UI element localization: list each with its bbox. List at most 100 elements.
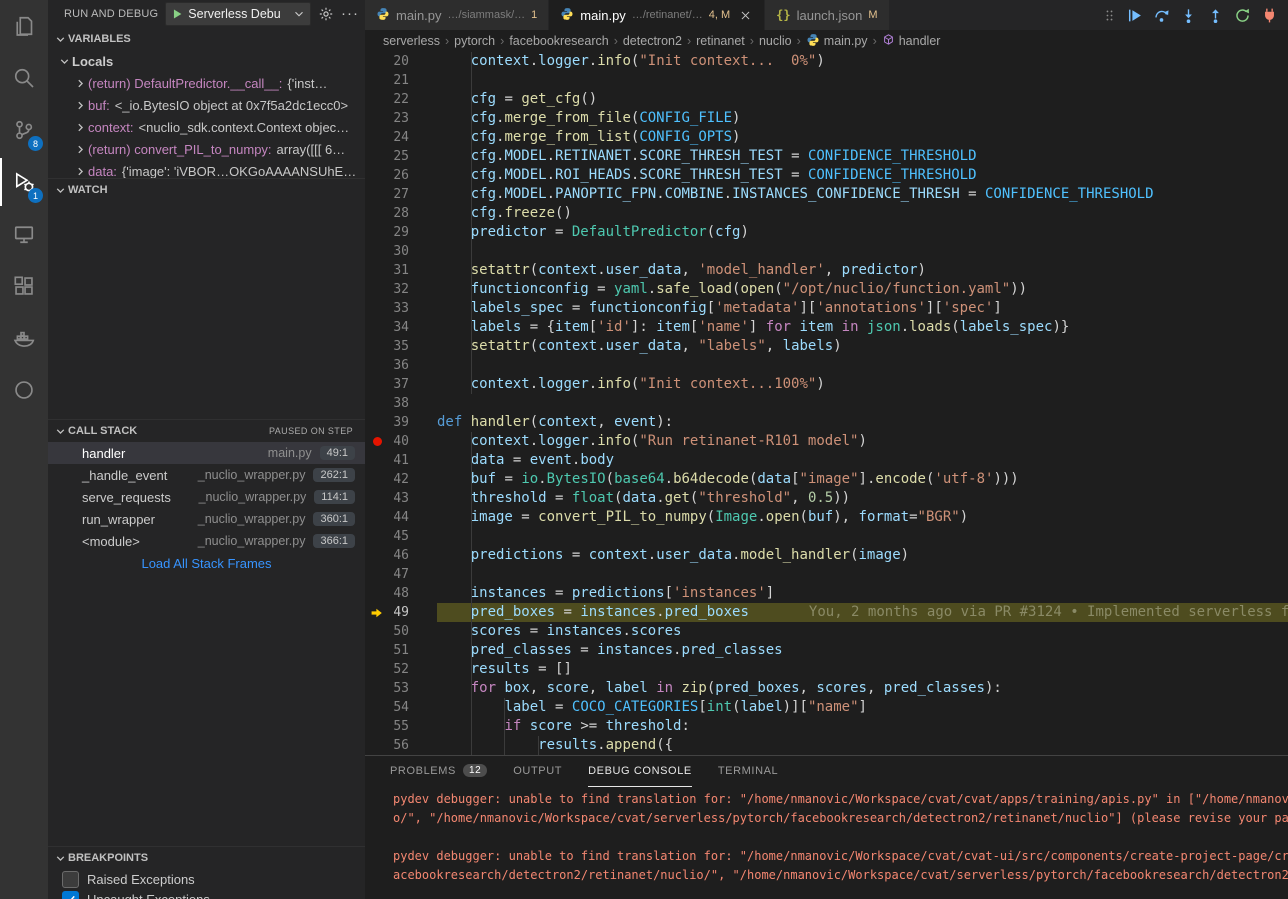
breadcrumb-item[interactable]: nuclio [759,34,792,48]
gutter[interactable]: 27 [365,185,437,204]
restart-button[interactable] [1234,7,1251,24]
stack-frame[interactable]: <module>_nuclio_wrapper.py366:1 [48,530,365,552]
editor-tab[interactable]: main.py…/retinanet/…4, M [549,0,765,30]
gutter[interactable]: 28 [365,204,437,223]
code-token: = [960,186,985,202]
more-actions-icon[interactable]: ··· [341,9,359,19]
line-number: 27 [389,187,409,202]
gutter[interactable]: 23 [365,109,437,128]
gutter[interactable]: 24 [365,128,437,147]
gutter[interactable]: 54 [365,698,437,717]
gutter[interactable]: 32 [365,280,437,299]
code-editor[interactable]: 20 context.logger.info("Init context... … [365,52,1288,755]
activity-item-test-explorer[interactable] [0,364,48,416]
gutter[interactable]: 29 [365,223,437,242]
stack-frame[interactable]: handlermain.py49:1 [48,442,365,464]
gutter[interactable]: 43 [365,489,437,508]
callstack-header[interactable]: CALL STACK PAUSED ON STEP [48,419,365,442]
gutter[interactable]: 51 [365,641,437,660]
gutter[interactable]: 50 [365,622,437,641]
breadcrumb-item[interactable]: detectron2 [623,34,682,48]
activity-item-extensions[interactable] [0,260,48,312]
activity-item-explorer[interactable] [0,0,48,52]
step-over-button[interactable] [1153,7,1170,24]
gutter[interactable]: 48 [365,584,437,603]
gutter[interactable]: 20 [365,52,437,71]
variable-row[interactable]: buf:<_io.BytesIO object at 0x7f5a2dc1ecc… [48,94,365,116]
glyph-margin [365,546,389,565]
gutter[interactable]: 40 [365,432,437,451]
gutter[interactable]: 45 [365,527,437,546]
stack-frame[interactable]: run_wrapper_nuclio_wrapper.py360:1 [48,508,365,530]
stack-frame[interactable]: _handle_event_nuclio_wrapper.py262:1 [48,464,365,486]
gutter[interactable]: 33 [365,299,437,318]
gutter[interactable]: 53 [365,679,437,698]
breakpoints-header[interactable]: BREAKPOINTS [48,846,365,869]
continue-button[interactable] [1126,7,1143,24]
variable-row[interactable]: (return) convert_PIL_to_numpy:array([[[ … [48,138,365,160]
breakpoint-row[interactable]: Uncaught Exceptions [48,889,365,899]
panel-tab-output[interactable]: OUTPUT [513,756,562,787]
load-all-stack-frames-link[interactable]: Load All Stack Frames [48,552,365,574]
variable-row[interactable]: (return) DefaultPredictor.__call__:{'ins… [48,72,365,94]
panel-tab-terminal[interactable]: TERMINAL [718,756,778,787]
gutter[interactable]: 55 [365,717,437,736]
gutter[interactable]: 31 [365,261,437,280]
gutter[interactable]: 22 [365,90,437,109]
code-token: CONFIG_FILE [639,110,732,126]
gutter[interactable]: 42 [365,470,437,489]
debug-config-dropdown[interactable]: Serverless Debu [165,2,311,26]
gutter[interactable]: 49 [365,603,437,622]
start-debug-icon[interactable] [170,7,184,21]
breadcrumb-item[interactable]: facebookresearch [509,34,608,48]
gutter[interactable]: 26 [365,166,437,185]
gutter[interactable]: 41 [365,451,437,470]
panel-tab-debug-console[interactable]: DEBUG CONSOLE [588,756,692,787]
checkbox[interactable] [62,871,79,888]
breadcrumb-item[interactable]: serverless [383,34,440,48]
gutter[interactable]: 36 [365,356,437,375]
watch-header[interactable]: WATCH [48,178,365,201]
breadcrumb-item[interactable]: retinanet [696,34,745,48]
close-icon[interactable] [738,8,753,23]
gutter[interactable]: 25 [365,147,437,166]
debug-settings-gear-icon[interactable] [318,6,334,22]
code-token: labels [783,338,834,354]
gutter[interactable]: 39 [365,413,437,432]
gutter[interactable]: 34 [365,318,437,337]
gutter[interactable]: 44 [365,508,437,527]
gutter[interactable]: 52 [365,660,437,679]
variables-header[interactable]: VARIABLES [48,28,365,50]
gutter[interactable]: 46 [365,546,437,565]
stack-frame[interactable]: serve_requests_nuclio_wrapper.py114:1 [48,486,365,508]
scope-locals[interactable]: Locals [48,50,365,72]
panel-tab-problems[interactable]: PROBLEMS12 [390,756,487,787]
breadcrumb-item[interactable]: pytorch [454,34,495,48]
gutter[interactable]: 47 [365,565,437,584]
breakpoint-row[interactable]: Raised Exceptions [48,869,365,889]
activity-item-run-debug[interactable]: 1 [0,156,48,208]
activity-item-source-control[interactable]: 8 [0,104,48,156]
breakpoint-icon[interactable] [365,432,389,451]
breadcrumb-item[interactable]: main.py [806,33,868,50]
gutter[interactable]: 21 [365,71,437,90]
checkbox[interactable] [62,891,79,899]
code-token: safe_load [656,281,732,297]
variable-row[interactable]: context:<nuclio_sdk.context.Context obje… [48,116,365,138]
disconnect-button[interactable] [1261,7,1278,24]
activity-item-docker[interactable] [0,312,48,364]
gutter[interactable]: 35 [365,337,437,356]
gutter[interactable]: 37 [365,375,437,394]
gutter[interactable]: 38 [365,394,437,413]
breadcrumb-item[interactable]: handler [882,33,941,49]
step-out-button[interactable] [1207,7,1224,24]
gutter[interactable]: 30 [365,242,437,261]
variable-row[interactable]: data:{'image': 'iVBOR…OKGoAAAANSUhE… [48,160,365,178]
editor-tab[interactable]: main.py…/siammask/…1 [365,0,549,30]
editor-tab[interactable]: {}launch.jsonM [765,0,889,30]
step-into-button[interactable] [1180,7,1197,24]
activity-item-search[interactable] [0,52,48,104]
toolbar-grip-handle[interactable] [1103,7,1116,24]
gutter[interactable]: 56 [365,736,437,755]
activity-item-remote-explorer[interactable] [0,208,48,260]
